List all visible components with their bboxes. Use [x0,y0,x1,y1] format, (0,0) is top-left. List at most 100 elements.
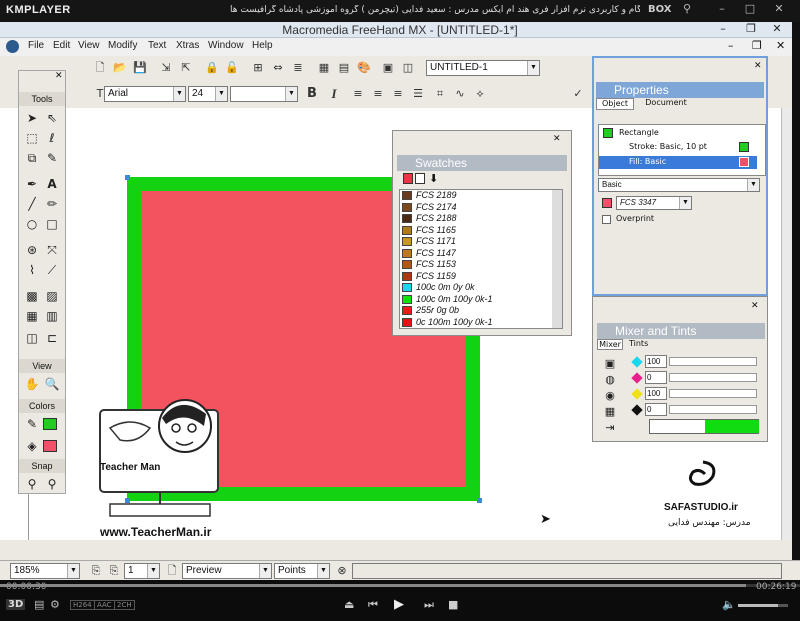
swatch-item[interactable]: FCS 1159 [400,271,562,283]
volume-slider[interactable] [738,604,788,607]
overprint-checkbox[interactable] [602,215,611,224]
fill-color-swatch[interactable] [43,440,57,452]
previous-icon[interactable]: ⏮ [368,598,378,612]
lasso-icon[interactable]: ℓ [43,129,61,147]
swatches-icon[interactable]: ▤ [336,60,352,76]
list-item-fill[interactable]: Fill: Basic [629,157,666,166]
menu-help[interactable]: Help [252,40,273,51]
spelling-icon[interactable]: ✓ [570,86,586,102]
align-center-icon[interactable]: ≡ [370,86,386,102]
font-style-select[interactable]: ▼ [230,86,298,102]
text-flow-icon[interactable]: ⌗ [432,86,448,102]
swatch-item[interactable]: FCS 1165 [400,225,562,237]
zoom-select[interactable]: 185% ▼ [10,563,80,579]
list-item-rectangle[interactable]: Rectangle [619,128,659,137]
scale-icon[interactable]: ⧉ [23,149,41,167]
page-select[interactable]: 1 ▼ [124,563,160,579]
new-icon[interactable]: 🗋 [92,60,108,76]
chart-icon[interactable]: ▥ [43,307,61,325]
swatches-scrollbar[interactable] [552,190,562,328]
color-name-select[interactable]: FCS 3347 ▼ [616,196,692,210]
swatch-item[interactable]: 255r 0g 0b [400,305,562,317]
rectangle-icon[interactable]: □ [43,215,61,233]
convert-outlines-icon[interactable]: ⟡ [472,86,488,102]
stroke-color-icon[interactable]: ✎ [23,415,41,433]
styles-icon[interactable]: ▦ [316,60,332,76]
blend-icon[interactable]: ◫ [23,329,41,347]
text-path-icon[interactable]: ∿ [452,86,468,102]
document-select[interactable]: UNTITLED-1 ▼ [426,60,540,76]
selection-handle[interactable] [477,498,482,503]
download-icon[interactable]: ⬇ [429,172,438,185]
doc-close-icon[interactable]: ✕ [776,39,785,52]
tab-object[interactable]: Object [596,98,634,110]
subselect-icon[interactable]: ⇖ [43,109,61,127]
snap-to-point-icon[interactable]: ⚲ [23,475,41,493]
volume-icon[interactable]: 🔈 [722,598,736,611]
swatch-item[interactable]: FCS 1153 [400,259,562,271]
selection-handle[interactable] [125,175,130,180]
tab-mixer[interactable]: Mixer [597,339,623,350]
navigation-icon[interactable]: ◫ [400,60,416,76]
library-icon[interactable]: ▣ [380,60,396,76]
panel-close-icon[interactable]: ✕ [553,134,561,144]
ink-value-field[interactable]: 100 [645,387,667,400]
page-icon[interactable]: 🗋 [164,563,180,579]
stop-icon[interactable]: ■ [448,598,458,611]
menu-file[interactable]: File [28,40,44,51]
hand-icon[interactable]: ✋ [23,375,41,393]
ink-slider[interactable] [669,373,757,382]
fill-type-select[interactable]: Basic ▼ [598,178,760,192]
menu-modify[interactable]: Modify [108,40,137,51]
doc-restore-icon[interactable]: ❐ [752,39,762,52]
swatch-item[interactable]: 100c 0m 0y 0k [400,282,562,294]
bold-icon[interactable]: B [304,86,320,102]
next-icon[interactable]: ⏭ [424,598,434,612]
export-icon[interactable]: ⇱ [178,60,194,76]
connector-icon[interactable]: ⊏ [43,329,61,347]
swatch-item[interactable]: 0c 100m 100y 0k-1 [400,317,562,329]
seek-track[interactable] [0,584,800,587]
player-box-button[interactable]: BOX [648,4,671,15]
ellipse-icon[interactable]: ○ [23,215,41,233]
italic-icon[interactable]: I [326,86,342,102]
units-select[interactable]: Points ▼ [274,563,330,579]
swatch-item[interactable]: FCS 1147 [400,248,562,260]
pin-icon[interactable]: ⚲ [680,2,694,18]
close-icon[interactable]: ✕ [772,2,786,18]
ink-slider[interactable] [669,389,757,398]
line-icon[interactable]: ╱ [23,195,41,213]
ink-slider[interactable] [669,357,757,366]
align-icon[interactable]: ⊞ [250,60,266,76]
swatch-item[interactable]: FCS 1171 [400,236,562,248]
maximize-icon[interactable]: □ [743,2,757,18]
ink-slider[interactable] [669,405,757,414]
window-minimize-icon[interactable]: – [712,22,734,38]
horizontal-scrollbar[interactable] [0,540,792,560]
layers-icon[interactable]: ≣ [290,60,306,76]
justify-icon[interactable]: ☰ [410,86,426,102]
menu-icon[interactable]: ▤ [34,598,44,611]
menu-edit[interactable]: Edit [53,40,70,51]
font-name-select[interactable]: Arial ▼ [104,86,186,102]
swatch-item[interactable]: FCS 2188 [400,213,562,225]
trace-icon[interactable]: ⟋ [43,261,61,279]
minimize-icon[interactable]: – [715,2,729,18]
knife-icon[interactable]: ⌇ [23,261,41,279]
save-icon[interactable]: 💾 [132,60,148,76]
menu-window[interactable]: Window [208,40,244,51]
view-mode-select[interactable]: Preview ▼ [182,563,272,579]
mode-3d-button[interactable]: 3D [6,599,26,610]
lock-icon[interactable]: 🔒 [204,60,220,76]
extrude-icon[interactable]: ▦ [23,307,41,325]
vertical-scrollbar[interactable] [781,108,792,540]
align-left-icon[interactable]: ≡ [350,86,366,102]
unlock-icon[interactable]: 🔓 [224,60,240,76]
menu-view[interactable]: View [78,40,100,51]
page-prev-icon[interactable]: ⎘ [88,563,104,579]
open-icon[interactable]: 📂 [112,60,128,76]
color-mixer-icon[interactable]: 🎨 [356,60,372,76]
import-icon[interactable]: ⇲ [158,60,174,76]
pencil-icon[interactable]: ✏ [43,195,61,213]
panel-close-icon[interactable]: ✕ [55,71,63,81]
